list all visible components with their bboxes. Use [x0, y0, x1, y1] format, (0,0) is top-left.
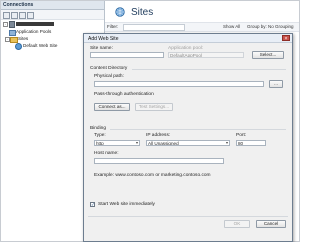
binding-label: Binding — [90, 126, 107, 131]
show-all-button[interactable]: Show All — [223, 24, 240, 29]
chevron-down-icon — [136, 142, 138, 144]
tree-item-server[interactable]: - — [1, 21, 104, 28]
start-immediately-label: Start Web site immediately — [98, 202, 155, 207]
dialog-titlebar: Add Web Site × — [84, 34, 292, 43]
server-icon — [9, 21, 15, 28]
close-icon[interactable]: × — [282, 35, 290, 42]
connections-header: Connections — [1, 1, 104, 10]
filter-input[interactable] — [123, 24, 185, 31]
add-web-site-dialog: Add Web Site × Site name: Application po… — [83, 33, 293, 242]
save-connection-icon[interactable] — [11, 12, 18, 19]
port-label: Port: — [236, 133, 247, 138]
site-name-input[interactable] — [90, 52, 164, 58]
content-directory-label: Content Directory — [90, 66, 128, 71]
ip-address-select[interactable]: All Unassigned — [146, 140, 230, 146]
connections-toolbar — [1, 10, 104, 20]
filter-bar: Filter: Show All Group by: No Grouping — [105, 22, 299, 32]
chevron-down-icon — [226, 142, 228, 144]
physical-path-input[interactable] — [94, 81, 264, 87]
binding-type-select[interactable]: http — [94, 140, 140, 146]
redacted-server-name — [16, 22, 54, 26]
host-name-label: Host name: — [94, 151, 119, 156]
dialog-title: Add Web Site — [88, 35, 119, 42]
start-immediately-checkbox[interactable]: ✓ — [90, 202, 95, 207]
pass-through-label: Pass-through authentication — [94, 92, 154, 97]
ip-address-label: IP address: — [146, 133, 171, 138]
group-by-dropdown[interactable]: Group by: No Grouping — [247, 24, 294, 29]
sites-globe-icon — [115, 7, 125, 17]
tree-label-sites: Sites — [18, 36, 29, 41]
up-icon[interactable] — [19, 12, 26, 19]
application-pool-label: Application pool: — [168, 46, 204, 51]
tree-label-default-web-site: Default Web Site — [23, 43, 58, 48]
select-app-pool-button[interactable]: Select... — [252, 51, 284, 59]
filter-label: Filter: — [107, 24, 119, 29]
disconnect-icon[interactable] — [27, 12, 34, 19]
content-directory-divider — [132, 69, 286, 70]
type-label: Type: — [94, 133, 106, 138]
host-name-example: Example: www.contoso.com or marketing.co… — [94, 173, 211, 178]
expand-server-icon[interactable]: - — [3, 22, 8, 27]
connections-title: Connections — [3, 2, 34, 8]
port-input[interactable]: 80 — [236, 140, 266, 146]
test-settings-button: Test Settings... — [135, 103, 173, 111]
browse-button[interactable]: ... — [269, 80, 283, 88]
physical-path-label: Physical path: — [94, 74, 124, 79]
new-connection-icon[interactable] — [3, 12, 10, 19]
tree-label-application-pools: Application Pools — [16, 29, 52, 34]
ip-address-value: All Unassigned — [148, 141, 179, 146]
binding-type-value: http — [96, 141, 104, 146]
binding-divider — [110, 129, 286, 130]
page-title: Sites — [131, 7, 154, 18]
footer-divider — [88, 216, 288, 217]
website-globe-icon — [15, 43, 22, 50]
cancel-button[interactable]: Cancel — [256, 220, 286, 228]
application-pool-field: DefaultAppPool — [168, 52, 244, 58]
ok-button: OK — [224, 220, 250, 228]
connect-as-button[interactable]: Connect as... — [94, 103, 130, 111]
host-name-input[interactable] — [94, 158, 224, 164]
site-name-label: Site name: — [90, 46, 113, 51]
